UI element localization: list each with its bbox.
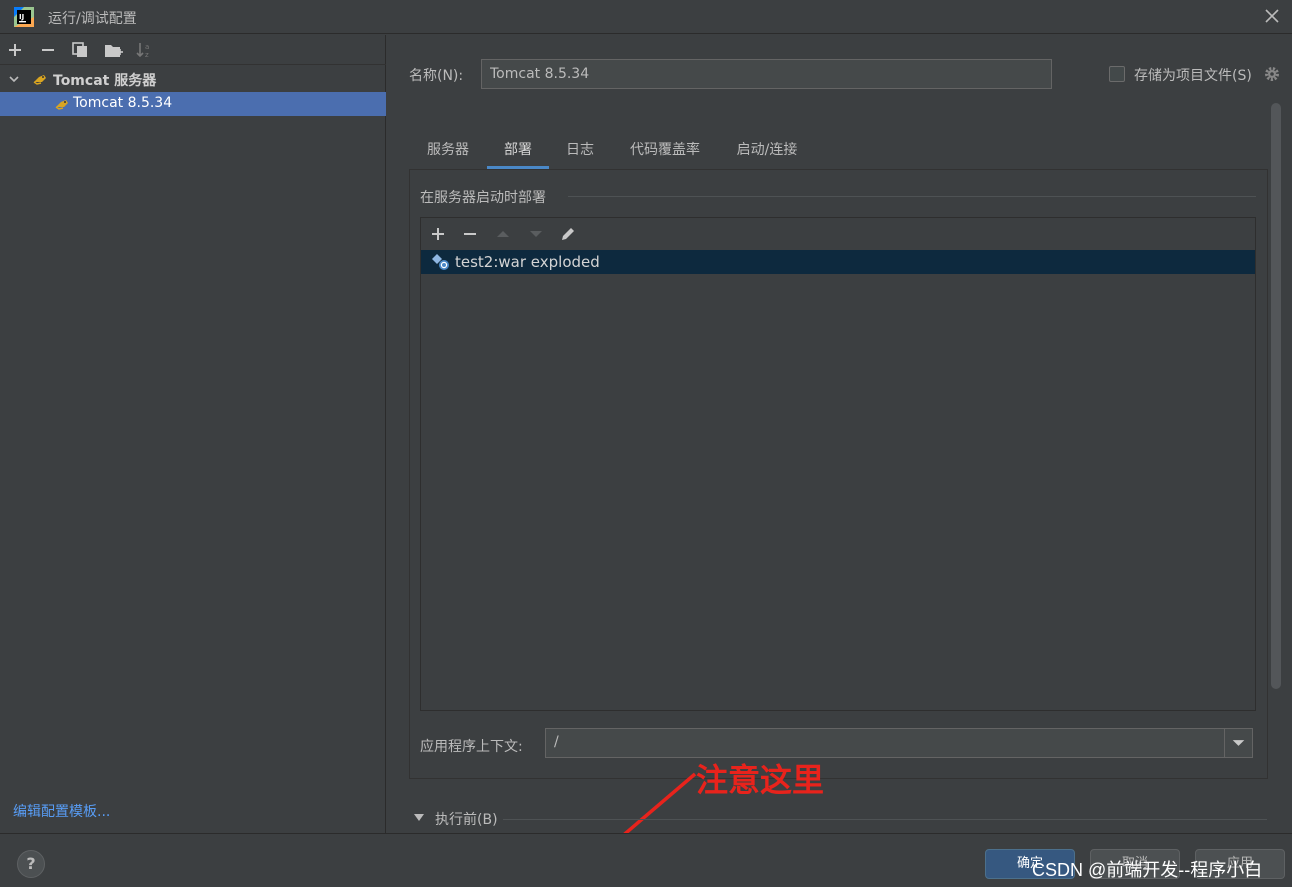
collapse-toggle-icon[interactable] [413,813,425,823]
copy-icon[interactable] [69,40,91,60]
edit-templates-link[interactable]: 编辑配置模板... [13,801,110,821]
artifact-label: test2:war exploded [455,253,600,271]
remove-icon[interactable] [37,40,59,60]
tab-logs[interactable]: 日志 [549,131,611,169]
tab-deployment[interactable]: 部署 [487,131,549,169]
annotation-label: 注意这里 [696,761,825,799]
sort-icon[interactable]: a z [134,40,156,60]
new-folder-icon[interactable] [102,40,124,60]
name-label: 名称(N): [409,68,464,84]
add-icon[interactable] [429,225,447,243]
store-as-project-file-label[interactable]: 存储为项目文件(S) [1134,65,1252,85]
dropdown-arrow-icon[interactable] [1224,729,1252,757]
help-button[interactable]: ? [17,850,45,878]
svg-text:z: z [145,51,149,59]
deploy-section-title: 在服务器启动时部署 [420,190,546,206]
svg-text:a: a [145,43,149,51]
tab-server[interactable]: 服务器 [409,131,487,169]
dialog-footer: ? 确定 取消 应用 CSDN @前端开发--程序小白 [0,833,1292,887]
close-icon[interactable] [1262,6,1282,26]
remove-icon[interactable] [461,225,479,243]
tree-group-tomcat-server[interactable]: Tomcat 服务器 [0,67,386,91]
intellij-app-icon: IJ [14,7,34,27]
store-as-project-file-checkbox[interactable] [1109,66,1125,82]
tab-code-coverage[interactable]: 代码覆盖率 [611,131,719,169]
before-launch-label[interactable]: 执行前(B) [435,809,498,829]
move-up-icon[interactable] [494,225,512,243]
vertical-scrollbar[interactable] [1271,103,1281,689]
tree-item-label: Tomcat 8.5.34 [73,95,173,111]
before-launch-divider [503,819,1267,820]
deployment-toolbar [421,218,1255,250]
tab-startup-connection[interactable]: 启动/连接 [719,131,815,169]
app-context-label: 应用程序上下文: [420,739,523,755]
gear-icon[interactable] [1263,65,1281,83]
title-bar: IJ 运行/调试配置 [0,0,1292,34]
window-title: 运行/调试配置 [48,11,137,27]
watermark: CSDN @前端开发--程序小白 [1032,860,1263,880]
deployment-tab-content: 在服务器启动时部署 test2:war exploded 应用程序上下文: / … [409,169,1268,862]
tomcat-icon [55,100,68,110]
section-divider [568,196,1256,197]
sidebar-toolbar: a z [0,35,386,65]
add-icon[interactable] [4,40,26,60]
app-context-combo[interactable]: / [545,728,1253,758]
configurations-sidebar: a z Tomcat 服务器 Tomcat 8.5.34 编辑配置模板... [0,35,386,833]
tree-item-tomcat-8-5-34[interactable]: Tomcat 8.5.34 [0,92,386,116]
svg-text:IJ: IJ [19,13,24,21]
edit-pencil-icon[interactable] [559,225,577,243]
config-tabs: 服务器 部署 日志 代码覆盖率 启动/连接 [409,131,1269,169]
name-field[interactable] [481,59,1052,89]
deployment-list: test2:war exploded [420,217,1256,711]
artifact-row[interactable]: test2:war exploded [421,250,1255,274]
move-down-icon[interactable] [527,225,545,243]
web-artifact-icon [432,254,449,270]
configuration-editor: 名称(N): 存储为项目文件(S) 服务器 部署 日志 代码覆盖率 启动/连接 … [387,35,1292,862]
tree-group-label: Tomcat 服务器 [53,73,157,89]
app-context-value[interactable]: / [554,734,559,750]
tomcat-icon [33,75,46,85]
chevron-down-icon[interactable] [8,73,20,85]
